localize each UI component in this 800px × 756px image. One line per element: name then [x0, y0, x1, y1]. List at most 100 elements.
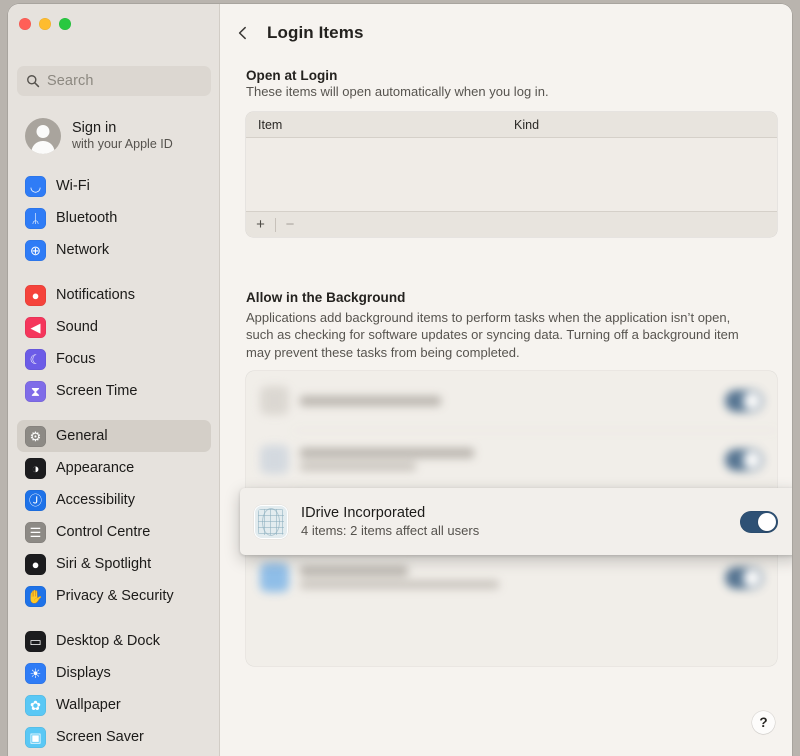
system-settings-window: Search Sign in with your Apple ID ◡ Wi-Fi…: [8, 4, 792, 756]
sidebar-item-label: Wallpaper: [56, 697, 121, 713]
gear-icon: ⚙: [25, 425, 46, 447]
sidebar-item-desktop-dock[interactable]: ▭ Desktop & Dock: [17, 625, 211, 657]
sidebar-item-label: Wi-Fi: [56, 178, 90, 194]
sidebar-item-label: Screen Time: [56, 383, 138, 399]
sidebar-item-appearance[interactable]: ◑ Appearance: [17, 452, 211, 484]
sidebar-group-1: ● Notifications ◀ Sound ☾ Focus ⧗ Screen Time: [8, 279, 219, 407]
network-icon: ⊕: [25, 239, 46, 261]
sidebar-item-network[interactable]: ⊕ Network: [17, 234, 211, 266]
sidebar-item-label: Screen Saver: [56, 729, 144, 745]
background-item-toggle[interactable]: [725, 566, 763, 589]
contrast-icon: ◑: [25, 457, 46, 479]
idrive-background-toggle[interactable]: [740, 510, 778, 533]
apple-id-sublabel: with your Apple ID: [72, 137, 173, 152]
search-placeholder: Search: [47, 73, 94, 89]
column-header-item[interactable]: Item: [246, 118, 514, 132]
add-login-item-button[interactable]: +: [246, 212, 275, 238]
search-icon: [27, 75, 40, 88]
content-header: Login Items: [220, 4, 792, 62]
sidebar-item-label: Network: [56, 242, 110, 258]
sidebar-item-sound[interactable]: ◀ Sound: [17, 311, 211, 343]
sidebar-item-siri-spotlight[interactable]: ● Siri & Spotlight: [17, 548, 211, 580]
idrive-title: IDrive Incorporated: [301, 505, 426, 521]
back-button[interactable]: [233, 23, 253, 43]
desktop-icon: ▭: [25, 630, 46, 652]
column-header-kind[interactable]: Kind: [514, 118, 539, 132]
sidebar-item-label: Desktop & Dock: [56, 633, 160, 649]
app-icon: [260, 386, 289, 415]
sidebar-item-wi-fi[interactable]: ◡ Wi-Fi: [17, 170, 211, 202]
sidebar-item-displays[interactable]: ☀ Displays: [17, 657, 211, 689]
background-item-title: [300, 448, 474, 458]
remove-login-item-button[interactable]: −: [276, 212, 305, 238]
idrive-subtitle: 4 items: 2 items affect all users: [301, 523, 480, 538]
sidebar-item-focus[interactable]: ☾ Focus: [17, 343, 211, 375]
background-item-text: [300, 566, 714, 589]
sidebar-item-label: Notifications: [56, 287, 135, 303]
sidebar-item-control-centre[interactable]: ☰ Control Centre: [17, 516, 211, 548]
photo-icon: ▣: [25, 726, 46, 748]
background-item-title: [300, 395, 441, 406]
sidebar-item-label: Privacy & Security: [56, 588, 174, 604]
background-item-row-idrive[interactable]: IDrive Incorporated 4 items: 2 items aff…: [240, 488, 792, 555]
background-item-text: [300, 395, 714, 406]
idrive-row-text: IDrive Incorporated 4 items: 2 items aff…: [301, 505, 727, 538]
table-body-empty: [246, 138, 777, 212]
siri-icon: ●: [25, 553, 46, 575]
background-item-row[interactable]: [246, 371, 777, 430]
sidebar-group-2: ⚙ General ◑ Appearance Ⓙ Accessibility ☰ Contro…: [8, 420, 219, 612]
sidebar-item-label: General: [56, 428, 108, 444]
background-item-toggle[interactable]: [725, 448, 763, 471]
background-item-subtitle: [300, 580, 499, 589]
sidebar-item-label: Focus: [56, 351, 96, 367]
sign-in-label: Sign in: [72, 120, 117, 137]
app-icon: [260, 563, 289, 592]
avatar: [25, 118, 61, 154]
sidebar-item-wallpaper[interactable]: ✿ Wallpaper: [17, 689, 211, 721]
apple-id-sign-in-row[interactable]: Sign in with your Apple ID: [17, 112, 211, 160]
login-items-table: Item Kind + −: [246, 112, 777, 238]
allow-background-section: Allow in the Background Applications add…: [246, 290, 777, 361]
sidebar-group-0: ◡ Wi-Fi ᛦ Bluetooth ⊕ Network: [8, 170, 219, 266]
sidebar-item-accessibility[interactable]: Ⓙ Accessibility: [17, 484, 211, 516]
sidebar-item-label: Siri & Spotlight: [56, 556, 152, 572]
sliders-icon: ☰: [25, 521, 46, 543]
minimize-button[interactable]: [39, 18, 51, 30]
zoom-button[interactable]: [59, 18, 71, 30]
search-field[interactable]: Search: [17, 66, 211, 96]
background-item-row[interactable]: [246, 430, 777, 489]
page-title: Login Items: [267, 23, 364, 42]
sidebar-item-bluetooth[interactable]: ᛦ Bluetooth: [17, 202, 211, 234]
sidebar-group-3: ▭ Desktop & Dock ☀ Displays ✿ Wallpaper ▣ Scree…: [8, 625, 219, 753]
background-item-toggle[interactable]: [725, 389, 763, 412]
sidebar-item-screen-saver[interactable]: ▣ Screen Saver: [17, 721, 211, 753]
open-at-login-description: These items will open automatically when…: [246, 84, 549, 99]
moon-icon: ☾: [25, 348, 46, 370]
idrive-app-icon: [254, 504, 288, 539]
bluetooth-icon: ᛦ: [25, 207, 46, 229]
sidebar-item-screen-time[interactable]: ⧗ Screen Time: [17, 375, 211, 407]
background-item-subtitle: [300, 462, 416, 471]
help-button[interactable]: ?: [752, 711, 775, 734]
accessibility-icon: Ⓙ: [25, 489, 46, 511]
sidebar-item-notifications[interactable]: ● Notifications: [17, 279, 211, 311]
sidebar-item-general[interactable]: ⚙ General: [17, 420, 211, 452]
sidebar-item-privacy-security[interactable]: ✋ Privacy & Security: [17, 580, 211, 612]
background-item-row[interactable]: [246, 548, 777, 607]
sidebar-item-label: Sound: [56, 319, 98, 335]
background-item-title: [300, 566, 408, 576]
sidebar-item-label: Appearance: [56, 460, 135, 476]
sidebar-item-label: Bluetooth: [56, 210, 118, 226]
chevron-left-icon: [238, 26, 246, 40]
open-at-login-heading: Open at Login: [246, 68, 338, 83]
close-button[interactable]: [19, 18, 31, 30]
allow-background-heading: Allow in the Background: [246, 290, 406, 305]
sidebar-item-label: Control Centre: [56, 524, 151, 540]
sidebar-nav: ◡ Wi-Fi ᛦ Bluetooth ⊕ Network ● Notifications ◀ S…: [8, 170, 219, 756]
brightness-icon: ☀: [25, 662, 46, 684]
allow-background-description: Applications add background items to per…: [246, 310, 739, 360]
sidebar: Search Sign in with your Apple ID ◡ Wi-Fi…: [8, 4, 220, 756]
app-icon: [260, 445, 289, 474]
speaker-icon: ◀: [25, 316, 46, 338]
hourglass-icon: ⧗: [25, 380, 46, 402]
